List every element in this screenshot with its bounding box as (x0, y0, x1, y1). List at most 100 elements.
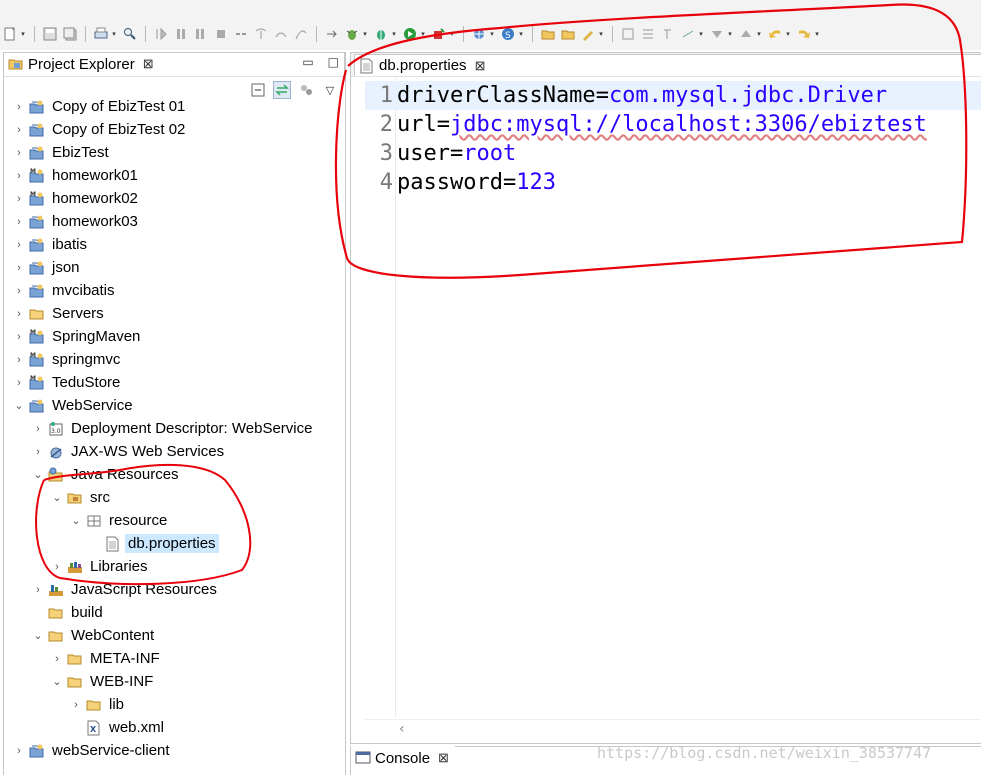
tree-item[interactable]: › Servers (12, 302, 107, 325)
minimize-icon[interactable]: ▭ (302, 55, 313, 69)
collapsed-chevron-icon[interactable]: › (50, 652, 64, 666)
debug-bug-icon[interactable] (373, 26, 389, 42)
search-icon[interactable] (122, 26, 138, 42)
debug-icon[interactable] (344, 26, 360, 42)
block-selection-icon[interactable] (640, 26, 656, 42)
step-into-icon[interactable] (253, 26, 269, 42)
tree-item[interactable]: ⌄ WebService (12, 394, 136, 417)
collapsed-chevron-icon[interactable]: › (12, 307, 26, 321)
back-dropdown-icon[interactable]: ▾ (785, 26, 791, 42)
tree-item[interactable]: › webService-client (12, 739, 173, 762)
run-dropdown-icon[interactable]: ▾ (420, 26, 426, 42)
collapsed-chevron-icon[interactable]: › (12, 261, 26, 275)
code-line[interactable]: 1 driverClassName=com.mysql.jdbc.Driver (365, 81, 981, 110)
step-return-icon[interactable] (293, 26, 309, 42)
tree-item[interactable]: › mvcibatis (12, 279, 118, 302)
code-line[interactable]: 2 url=jdbc:mysql://localhost:3306/ebiztes… (365, 110, 981, 139)
collapsed-chevron-icon[interactable]: › (12, 123, 26, 137)
print-icon[interactable] (93, 26, 109, 42)
tree-item[interactable]: › JAX-WS Web Services (31, 440, 227, 463)
tree-item[interactable]: ⌄ WebContent (31, 624, 157, 647)
collapsed-chevron-icon[interactable]: › (12, 284, 26, 298)
prev-annotation-dropdown-icon[interactable]: ▾ (756, 26, 762, 42)
next-annotation-dropdown-icon[interactable]: ▾ (727, 26, 733, 42)
save-all-icon[interactable] (62, 26, 78, 42)
tree-item[interactable]: db.properties (88, 532, 219, 555)
code-editor[interactable]: 1 driverClassName=com.mysql.jdbc.Driver 2 u… (365, 77, 981, 717)
project-explorer-tab[interactable]: Project Explorer ⊠ (4, 53, 345, 75)
expanded-chevron-icon[interactable]: ⌄ (50, 675, 64, 689)
tree-item[interactable]: › JavaScript Resources (31, 578, 220, 601)
collapsed-chevron-icon[interactable]: › (31, 583, 45, 597)
tree-item[interactable]: › M SpringMaven (12, 325, 143, 348)
collapsed-chevron-icon[interactable]: › (12, 744, 26, 758)
tree-item[interactable]: › 3.0 Deployment Descriptor: WebService (31, 417, 315, 440)
tree-item[interactable]: › ibatis (12, 233, 90, 256)
collapsed-chevron-icon[interactable]: › (12, 146, 26, 160)
horizontal-scrollbar[interactable]: ‹ (365, 719, 981, 738)
tree-item[interactable]: › Libraries (50, 555, 151, 578)
tree-item[interactable]: ⌄ resource (69, 509, 170, 532)
collapsed-chevron-icon[interactable]: › (12, 376, 26, 390)
highlight-dropdown-icon[interactable]: ▾ (698, 26, 704, 42)
collapsed-chevron-icon[interactable]: › (12, 238, 26, 252)
new-dropdown-icon[interactable]: ▾ (20, 26, 26, 42)
back-icon[interactable] (767, 26, 783, 42)
focus-active-task-icon[interactable] (297, 81, 315, 99)
debug-bug-dropdown-icon[interactable]: ▾ (391, 26, 397, 42)
external-tools-icon[interactable] (431, 26, 447, 42)
scroll-left-icon[interactable]: ‹ (399, 721, 405, 737)
expanded-chevron-icon[interactable]: ⌄ (69, 514, 83, 528)
tree-item[interactable]: › Mhomework01 (12, 164, 141, 187)
toggle-mark-icon[interactable] (620, 26, 636, 42)
close-icon[interactable]: ⊠ (475, 58, 486, 74)
tree-item[interactable]: build (31, 601, 106, 624)
collapsed-chevron-icon[interactable]: › (12, 169, 26, 183)
new-server-icon[interactable] (471, 26, 487, 42)
step-over-icon[interactable] (273, 26, 289, 42)
code-line[interactable]: 4 password=123 (365, 168, 981, 197)
tree-item[interactable]: › M TeduStore (12, 371, 123, 394)
collapsed-chevron-icon[interactable]: › (12, 100, 26, 114)
new-icon[interactable] (2, 26, 18, 42)
tree-item[interactable]: ⌄ src (50, 486, 113, 509)
tree-item[interactable]: › Mspringmvc (12, 348, 123, 371)
highlight-icon[interactable] (680, 26, 696, 42)
tree-item[interactable]: › Copy of EbizTest 01 (12, 95, 188, 118)
collapsed-chevron-icon[interactable]: › (12, 215, 26, 229)
forward-icon[interactable] (796, 26, 812, 42)
open-console-icon[interactable] (324, 26, 340, 42)
tree-item[interactable]: › Copy of EbizTest 02 (12, 118, 188, 141)
save-icon[interactable] (42, 26, 58, 42)
collapsed-chevron-icon[interactable]: › (12, 192, 26, 206)
open-task-icon[interactable] (560, 26, 576, 42)
collapsed-chevron-icon[interactable]: › (50, 560, 64, 574)
prev-annotation-icon[interactable] (738, 26, 754, 42)
terminate-icon[interactable] (213, 26, 229, 42)
collapsed-chevron-icon[interactable]: › (12, 353, 26, 367)
collapsed-chevron-icon[interactable]: › (69, 698, 83, 712)
view-menu-icon[interactable]: ▽ (321, 81, 339, 99)
tree-item[interactable]: › lib (69, 693, 127, 716)
tree-item[interactable]: ⌄ WEB-INF (50, 670, 156, 693)
close-icon[interactable]: ⊠ (438, 750, 449, 766)
expanded-chevron-icon[interactable]: ⌄ (50, 491, 64, 505)
tree-item[interactable]: › EbizTest (12, 141, 112, 164)
print-dropdown-icon[interactable]: ▾ (111, 26, 117, 42)
show-whitespace-icon[interactable] (660, 26, 676, 42)
external-tools-dropdown-icon[interactable]: ▾ (449, 26, 455, 42)
new-class-dropdown-icon[interactable]: ▾ (518, 26, 524, 42)
maximize-icon[interactable]: □ (328, 55, 339, 69)
run-icon[interactable] (402, 26, 418, 42)
console-tab[interactable]: Console ⊠ (351, 744, 455, 772)
close-icon[interactable]: ⊠ (143, 56, 154, 72)
tree-item[interactable]: › homework03 (12, 210, 141, 233)
link-with-editor-icon[interactable] (273, 81, 291, 99)
tree-item[interactable]: ⌄ Java Resources (31, 463, 182, 486)
next-annotation-icon[interactable] (709, 26, 725, 42)
expanded-chevron-icon[interactable]: ⌄ (31, 629, 45, 643)
forward-dropdown-icon[interactable]: ▾ (814, 26, 820, 42)
new-class-icon[interactable]: S (500, 26, 516, 42)
suspend-icon[interactable] (193, 26, 209, 42)
disconnect-icon[interactable] (233, 26, 249, 42)
